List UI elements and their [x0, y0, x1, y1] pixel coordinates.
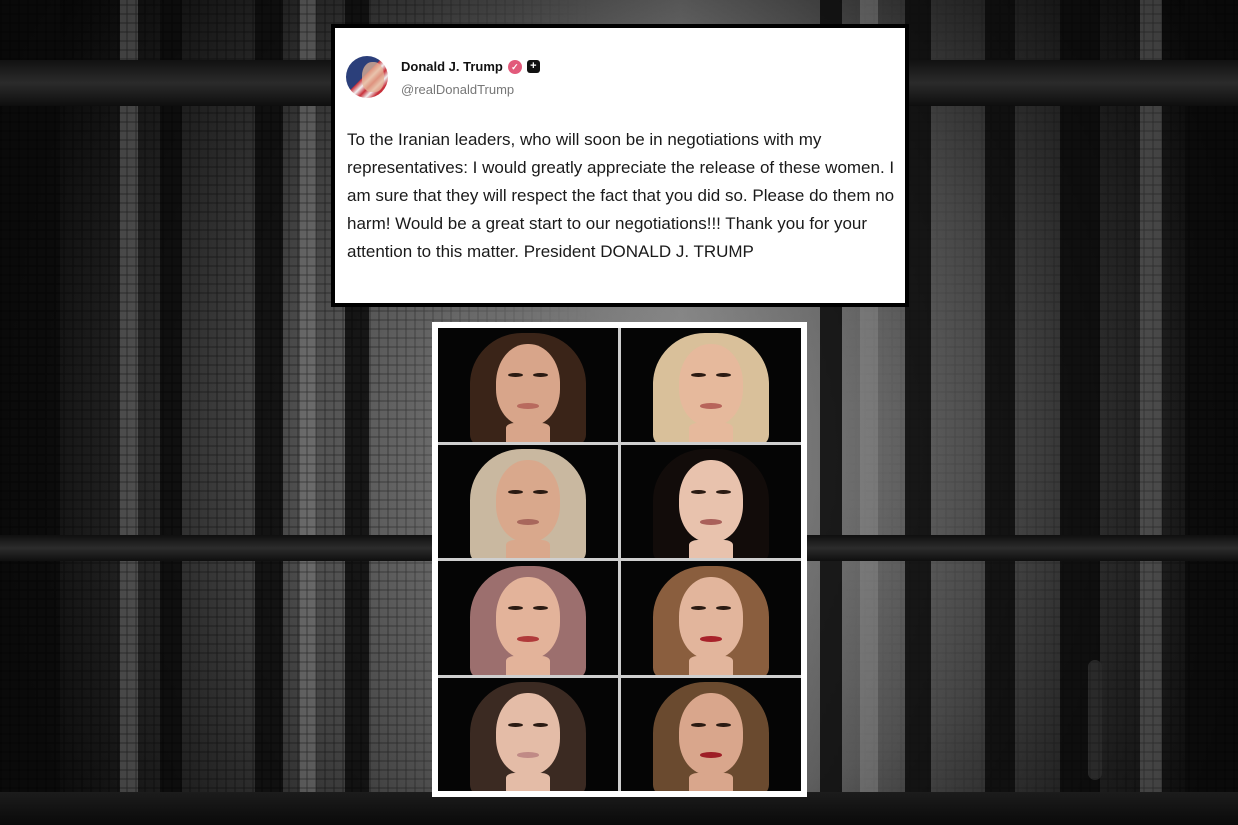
portrait-1	[438, 328, 618, 442]
author-name-row[interactable]: Donald J. Trump ✓ +	[401, 59, 540, 74]
portrait-5	[438, 561, 618, 675]
avatar[interactable]	[346, 56, 388, 98]
portrait-face	[495, 343, 561, 426]
portrait-face	[495, 693, 561, 776]
portrait-lips	[517, 635, 539, 642]
portrait-7	[438, 677, 618, 791]
portrait-eye-r	[533, 489, 548, 494]
portrait-neck	[689, 656, 733, 675]
portrait-eye-l	[691, 489, 706, 494]
portrait-face	[678, 343, 744, 426]
portrait-face	[495, 576, 561, 659]
portrait-eye-r	[533, 722, 548, 727]
portrait-4	[621, 444, 801, 558]
portrait-lips	[700, 635, 722, 642]
portrait-lips	[517, 519, 539, 526]
portrait-neck	[689, 539, 733, 558]
portrait-2	[621, 328, 801, 442]
portrait-neck	[506, 539, 550, 558]
portrait-lips	[700, 752, 722, 759]
portrait-eye-l	[508, 489, 523, 494]
portrait-lips	[700, 402, 722, 409]
portrait-neck	[506, 772, 550, 791]
portrait-6	[621, 561, 801, 675]
portrait-face	[678, 576, 744, 659]
portrait-eye-r	[716, 489, 731, 494]
portrait-lips	[517, 402, 539, 409]
portrait-3	[438, 444, 618, 558]
portrait-neck	[506, 423, 550, 442]
portrait-neck	[689, 423, 733, 442]
portrait-neck	[506, 656, 550, 675]
portrait-8	[621, 677, 801, 791]
check-badge-icon: ✓	[507, 59, 522, 74]
portrait-eye-r	[716, 722, 731, 727]
author-name[interactable]: Donald J. Trump	[401, 59, 503, 74]
portrait-eye-l	[691, 722, 706, 727]
portrait-neck	[689, 772, 733, 791]
post-body-text: To the Iranian leaders, who will soon be…	[347, 130, 895, 261]
portrait-face	[495, 460, 561, 543]
portrait-grid	[438, 328, 801, 791]
portrait-lips	[700, 519, 722, 526]
portrait-face	[678, 693, 744, 776]
portrait-face	[678, 460, 744, 543]
plus-square-icon: +	[526, 60, 540, 73]
avatar-face	[362, 62, 384, 92]
social-post-card: Donald J. Trump ✓ + @realDonaldTrump To …	[331, 24, 909, 307]
portrait-collage	[432, 322, 807, 797]
portrait-eye-l	[508, 722, 523, 727]
prison-bars-background: Donald J. Trump ✓ + @realDonaldTrump To …	[0, 0, 1238, 825]
author-handle[interactable]: @realDonaldTrump	[401, 82, 514, 97]
portrait-lips	[517, 752, 539, 759]
